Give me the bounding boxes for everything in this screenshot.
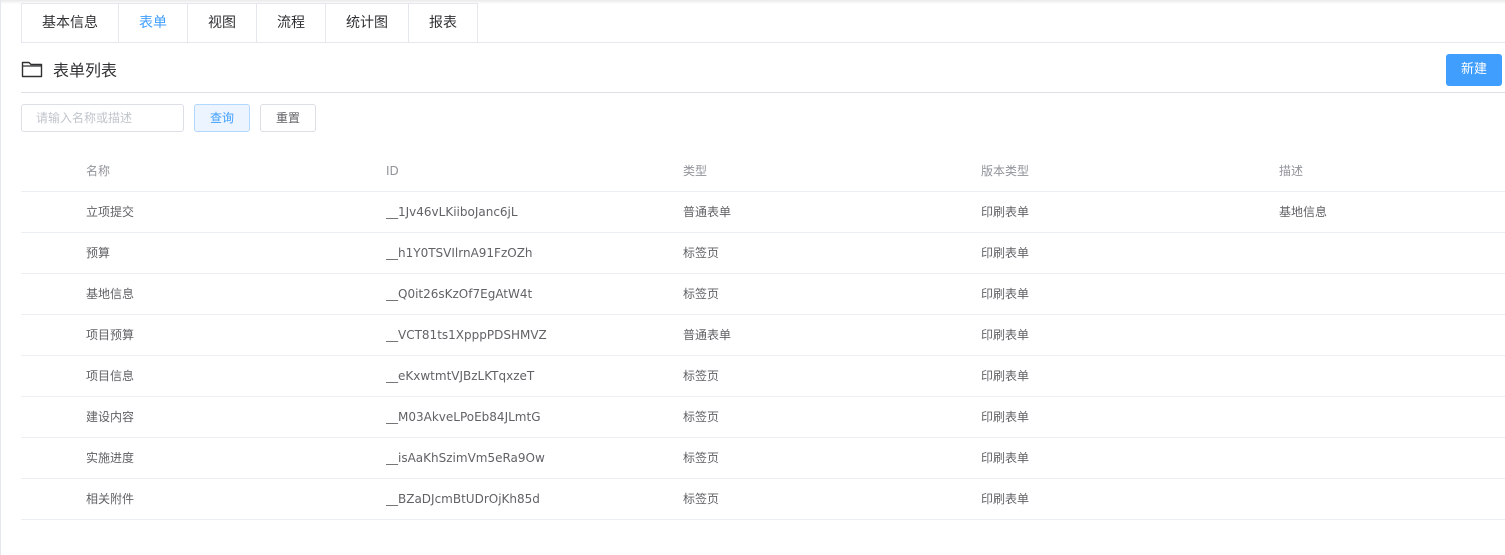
row-id: __h1Y0TSVIlrnA91FzOZh [386,246,533,260]
row-name: 预算 [86,246,111,260]
row-type: 标签页 [683,451,720,465]
column-header-version-type[interactable]: 版本类型 [981,152,1271,191]
row-version-type: 印刷表单 [981,369,1030,383]
row-description [1279,233,1499,273]
new-button[interactable]: 新建 [1446,54,1502,86]
row-name: 基地信息 [86,287,135,301]
tab-workflow[interactable]: 流程 [257,3,326,42]
row-id: __isAaKhSzimVm5eRa9Ow [386,451,545,465]
row-type: 普通表单 [683,328,732,342]
tab-charts[interactable]: 统计图 [326,3,409,42]
table-body: 立项提交 __1Jv46vLKiiboJanc6jL 普通表单 印刷表单 基地信息 预算 _… [21,192,1505,520]
row-name: 相关附件 [86,492,135,506]
row-version-type: 印刷表单 [981,451,1030,465]
table-row[interactable]: 项目信息 __eKxwtmtVJBzLKTqxzeT 标签页 印刷表单 [21,356,1505,397]
row-description [1279,479,1499,519]
row-id: __VCT81ts1XpppPDSHMVZ [386,328,547,342]
row-description: 基地信息 [1279,205,1328,219]
row-id: __1Jv46vLKiiboJanc6jL [386,205,518,219]
row-type: 标签页 [683,410,720,424]
row-version-type: 印刷表单 [981,246,1030,260]
row-version-type: 印刷表单 [981,205,1030,219]
left-border [0,0,1,555]
column-header-description[interactable]: 描述 [1279,152,1499,191]
row-description [1279,438,1499,478]
row-type: 标签页 [683,246,720,260]
query-button[interactable]: 查询 [194,104,250,132]
forms-table: 名称 ID 类型 版本类型 描述 立项提交 __1Jv46vLKiiboJanc6… [21,152,1505,520]
column-header-id[interactable]: ID [386,152,676,191]
row-type: 普通表单 [683,205,732,219]
row-version-type: 印刷表单 [981,492,1030,506]
row-version-type: 印刷表单 [981,328,1030,342]
table-row[interactable]: 预算 __h1Y0TSVIlrnA91FzOZh 标签页 印刷表单 [21,233,1505,274]
folder-icon [21,61,43,78]
row-name: 项目信息 [86,369,135,383]
row-id: __Q0it26sKzOf7EgAtW4t [386,287,533,301]
table-row[interactable]: 建设内容 __M03AkveLPoEb84JLmtG 标签页 印刷表单 [21,397,1505,438]
row-name: 建设内容 [86,410,135,424]
table-row[interactable]: 立项提交 __1Jv46vLKiiboJanc6jL 普通表单 印刷表单 基地信息 [21,192,1505,233]
table-row[interactable]: 基地信息 __Q0it26sKzOf7EgAtW4t 标签页 印刷表单 [21,274,1505,315]
tab-basic-info[interactable]: 基本信息 [21,3,119,42]
page-title: 表单列表 [53,61,118,80]
row-version-type: 印刷表单 [981,287,1030,301]
tab-forms[interactable]: 表单 [119,3,188,44]
row-id: __BZaDJcmBtUDrOjKh85d [386,492,540,506]
reset-button[interactable]: 重置 [260,104,316,132]
row-name: 立项提交 [86,205,135,219]
row-description [1279,274,1499,314]
row-id: __eKxwtmtVJBzLKTqxzeT [386,369,535,383]
row-version-type: 印刷表单 [981,410,1030,424]
row-name: 项目预算 [86,328,135,342]
table-row[interactable]: 项目预算 __VCT81ts1XpppPDSHMVZ 普通表单 印刷表单 [21,315,1505,356]
row-id: __M03AkveLPoEb84JLmtG [386,410,541,424]
section-header: 表单列表 [21,56,117,82]
row-type: 标签页 [683,369,720,383]
row-type: 标签页 [683,287,720,301]
tab-divider [21,42,1505,43]
search-input[interactable] [21,104,184,132]
tab-reports[interactable]: 报表 [409,3,478,42]
column-header-type[interactable]: 类型 [683,152,973,191]
row-name: 实施进度 [86,451,135,465]
table-row[interactable]: 相关附件 __BZaDJcmBtUDrOjKh85d 标签页 印刷表单 [21,479,1505,520]
row-description [1279,397,1499,437]
row-description [1279,356,1499,396]
tab-views[interactable]: 视图 [188,3,257,42]
tab-bar: 基本信息 表单 视图 流程 统计图 报表 [21,3,478,44]
row-description [1279,315,1499,355]
column-header-name[interactable]: 名称 [86,152,376,191]
section-divider [21,92,1505,93]
row-type: 标签页 [683,492,720,506]
table-header: 名称 ID 类型 版本类型 描述 [21,152,1505,192]
table-row[interactable]: 实施进度 __isAaKhSzimVm5eRa9Ow 标签页 印刷表单 [21,438,1505,479]
